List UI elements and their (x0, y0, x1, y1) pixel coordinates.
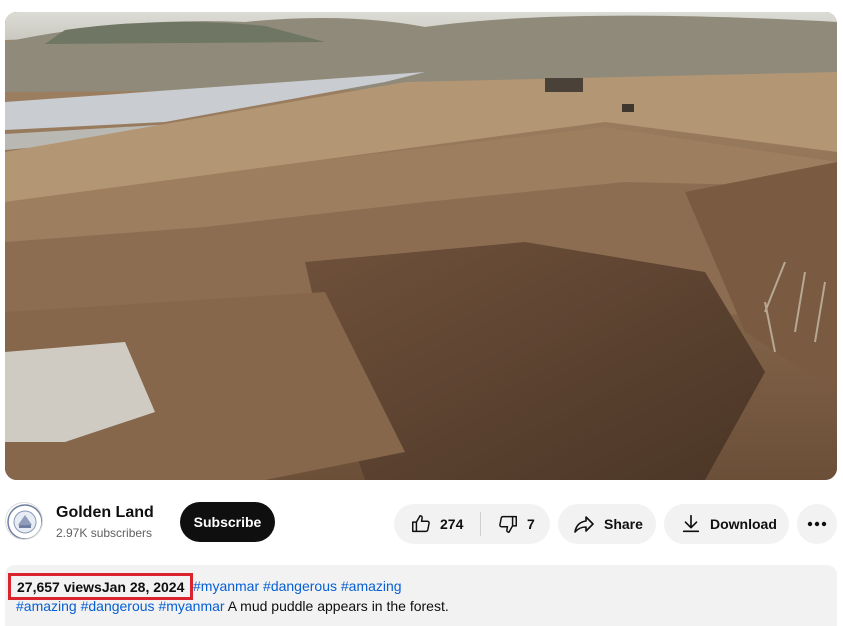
subscribe-button[interactable]: Subscribe (180, 502, 275, 542)
hashtag-link[interactable]: #amazing (341, 578, 402, 594)
share-arrow-icon (572, 512, 596, 536)
video-player[interactable] (5, 12, 837, 480)
like-button[interactable]: 274 (394, 504, 480, 544)
more-actions-button[interactable] (797, 504, 837, 544)
hashtag-link[interactable]: #myanmar (158, 598, 224, 614)
download-icon (680, 513, 702, 535)
share-button[interactable]: Share (558, 504, 656, 544)
top-hashtags: #myanmar #dangerous #amazing (193, 578, 402, 594)
description-box[interactable]: 27,657 views Jan 28, 2024 #myanmar #dange… (5, 565, 837, 626)
actions-row: Golden Land 2.97K subscribers Subscribe … (0, 498, 843, 548)
share-label: Share (604, 516, 643, 532)
view-count: 27,657 views (17, 578, 102, 595)
subscriber-count: 2.97K subscribers (56, 526, 153, 540)
download-label: Download (710, 516, 777, 532)
views-date-highlight: 27,657 views Jan 28, 2024 (8, 573, 194, 600)
like-dislike-group: 274 7 (394, 504, 550, 544)
dislike-count: 7 (527, 516, 535, 532)
thumbs-up-icon (410, 513, 432, 535)
channel-name[interactable]: Golden Land (56, 504, 154, 522)
channel-avatar[interactable] (5, 502, 43, 540)
upload-date: Jan 28, 2024 (101, 578, 185, 595)
description-body: A mud puddle appears in the forest. (227, 598, 449, 614)
video-frame (5, 12, 837, 480)
dislike-button[interactable]: 7 (481, 504, 535, 544)
like-count: 274 (440, 516, 464, 532)
hashtag-link[interactable]: #dangerous (263, 578, 337, 594)
hashtag-link[interactable]: #amazing (16, 598, 77, 614)
thumbs-down-icon (497, 513, 519, 535)
more-horizontal-icon (807, 521, 827, 527)
hashtag-link[interactable]: #myanmar (193, 578, 259, 594)
description-text: #amazing #dangerous #myanmar A mud puddl… (16, 598, 449, 614)
download-button[interactable]: Download (664, 504, 789, 544)
hashtag-link[interactable]: #dangerous (81, 598, 155, 614)
channel-logo-icon (7, 504, 42, 539)
